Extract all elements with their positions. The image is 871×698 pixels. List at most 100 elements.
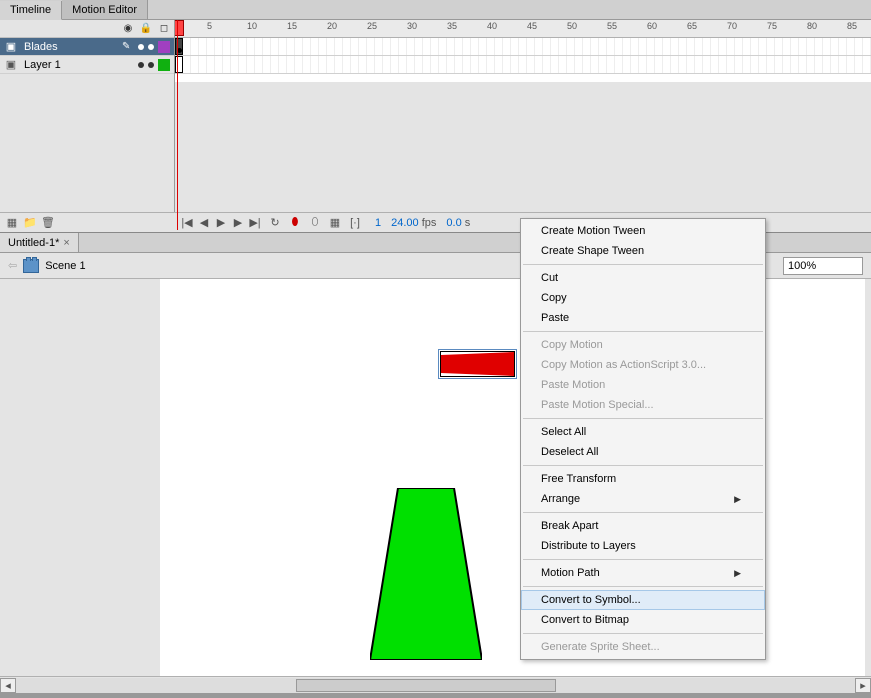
- new-layer-icon[interactable]: ▦: [4, 215, 20, 231]
- menu-item-copy-motion: Copy Motion: [521, 335, 765, 355]
- menu-item-convert-to-bitmap[interactable]: Convert to Bitmap: [521, 610, 765, 630]
- menu-item-break-apart[interactable]: Break Apart: [521, 516, 765, 536]
- tab-timeline[interactable]: Timeline: [0, 1, 62, 20]
- layer-type-icon: ▣: [4, 59, 18, 71]
- new-folder-icon[interactable]: 📁: [22, 215, 38, 231]
- menu-item-motion-path[interactable]: Motion Path▶: [521, 563, 765, 583]
- lock-dot[interactable]: [148, 62, 154, 68]
- ruler-mark: 85: [847, 21, 857, 31]
- menu-item-label: Paste Motion Special...: [541, 399, 654, 411]
- scroll-right-icon[interactable]: ▸: [855, 678, 871, 693]
- layer-row-blades[interactable]: ▣ Blades ✎: [0, 38, 174, 56]
- menu-item-label: Generate Sprite Sheet...: [541, 641, 660, 653]
- menu-item-create-shape-tween[interactable]: Create Shape Tween: [521, 241, 765, 261]
- menu-item-paste[interactable]: Paste: [521, 308, 765, 328]
- layer-name: Blades: [22, 41, 118, 53]
- back-arrow-icon[interactable]: ⇦: [8, 259, 17, 272]
- frame-track-layer1[interactable]: [175, 56, 871, 74]
- modify-markers-icon[interactable]: [·]: [347, 215, 363, 231]
- loop-icon[interactable]: ↻: [267, 215, 283, 231]
- onion-skin-icon[interactable]: ⬮: [287, 215, 303, 231]
- red-blade-shape[interactable]: [440, 351, 515, 377]
- outline-swatch[interactable]: [158, 41, 170, 53]
- ruler-mark: 30: [407, 21, 417, 31]
- document-tab[interactable]: Untitled-1* ×: [0, 233, 79, 252]
- layer-header: ◉ 🔒 ◻: [0, 20, 174, 38]
- horizontal-scrollbar[interactable]: ◂ ▸: [0, 676, 871, 693]
- timeline-body: ◉ 🔒 ◻ ▣ Blades ✎ ▣ Layer 1 15: [0, 20, 871, 82]
- menu-item-cut[interactable]: Cut: [521, 268, 765, 288]
- menu-item-label: Arrange: [541, 493, 580, 505]
- submenu-arrow-icon: ▶: [734, 494, 741, 505]
- scroll-left-icon[interactable]: ◂: [0, 678, 16, 693]
- close-tab-icon[interactable]: ×: [63, 237, 69, 249]
- pencil-icon: ✎: [122, 41, 134, 53]
- menu-item-generate-sprite-sheet: Generate Sprite Sheet...: [521, 637, 765, 657]
- playhead-line: [177, 20, 178, 230]
- timeline-tab-bar: Timeline Motion Editor: [0, 0, 871, 20]
- menu-item-label: Paste Motion: [541, 379, 605, 391]
- menu-item-label: Distribute to Layers: [541, 540, 636, 552]
- tab-motion-editor[interactable]: Motion Editor: [62, 0, 148, 19]
- menu-item-label: Free Transform: [541, 473, 616, 485]
- layer-row-layer1[interactable]: ▣ Layer 1: [0, 56, 174, 74]
- delete-layer-icon[interactable]: 🗑: [40, 215, 56, 231]
- ruler-mark: 65: [687, 21, 697, 31]
- menu-item-label: Cut: [541, 272, 558, 284]
- scroll-thumb[interactable]: [296, 679, 556, 692]
- ruler-mark: 5: [207, 21, 212, 31]
- frame-ruler[interactable]: 1510152025303540455055606570758085: [175, 20, 871, 38]
- menu-item-label: Paste: [541, 312, 569, 324]
- play-icon[interactable]: ▶: [213, 215, 229, 231]
- visibility-icon[interactable]: ◉: [122, 23, 134, 35]
- menu-separator: [523, 331, 763, 332]
- playback-controls: |◀ ◀ ▶ ▶ ▶|: [179, 215, 263, 231]
- menu-separator: [523, 586, 763, 587]
- menu-item-arrange[interactable]: Arrange ▶: [521, 489, 765, 509]
- menu-item-label: Copy: [541, 292, 567, 304]
- zoom-input[interactable]: [783, 257, 863, 275]
- submenu-arrow-icon: ▶: [734, 568, 741, 579]
- timeline-empty-area: [0, 82, 871, 212]
- menu-item-paste-motion: Paste Motion: [521, 375, 765, 395]
- next-frame-icon[interactable]: ▶: [230, 215, 246, 231]
- visibility-dot[interactable]: [138, 62, 144, 68]
- layer-type-icon: ▣: [4, 41, 18, 53]
- frames-column[interactable]: 1510152025303540455055606570758085: [175, 20, 871, 82]
- menu-separator: [523, 264, 763, 265]
- ruler-mark: 70: [727, 21, 737, 31]
- menu-item-distribute-to-layers[interactable]: Distribute to Layers: [521, 536, 765, 556]
- layer-column: ◉ 🔒 ◻ ▣ Blades ✎ ▣ Layer 1: [0, 20, 175, 82]
- menu-item-select-all[interactable]: Select All: [521, 422, 765, 442]
- menu-item-label: Create Motion Tween: [541, 225, 645, 237]
- menu-item-convert-to-symbol[interactable]: Convert to Symbol...: [521, 590, 765, 610]
- time-value: 0.0: [446, 217, 461, 229]
- visibility-dot[interactable]: [138, 44, 144, 50]
- green-stand-shape[interactable]: [370, 488, 482, 663]
- menu-item-deselect-all[interactable]: Deselect All: [521, 442, 765, 462]
- scroll-track[interactable]: [16, 678, 855, 693]
- ruler-mark: 80: [807, 21, 817, 31]
- first-frame-icon[interactable]: |◀: [179, 215, 195, 231]
- menu-item-copy[interactable]: Copy: [521, 288, 765, 308]
- ruler-mark: 45: [527, 21, 537, 31]
- onion-outline-icon[interactable]: ⬯: [307, 215, 323, 231]
- last-frame-icon[interactable]: ▶|: [247, 215, 263, 231]
- menu-item-create-motion-tween[interactable]: Create Motion Tween: [521, 221, 765, 241]
- current-frame: 1: [375, 217, 381, 229]
- menu-separator: [523, 559, 763, 560]
- context-menu: Create Motion Tween Create Shape Tween Cut…: [520, 218, 766, 660]
- outline-swatch[interactable]: [158, 59, 170, 71]
- edit-multiple-icon[interactable]: ▦: [327, 215, 343, 231]
- frame-track-blades[interactable]: [175, 38, 871, 56]
- prev-frame-icon[interactable]: ◀: [196, 215, 212, 231]
- scene-icon: [23, 259, 39, 273]
- outline-icon[interactable]: ◻: [158, 23, 170, 35]
- ruler-mark: 10: [247, 21, 257, 31]
- lock-icon[interactable]: 🔒: [140, 23, 152, 35]
- menu-item-paste-motion-special: Paste Motion Special...: [521, 395, 765, 415]
- lock-dot[interactable]: [148, 44, 154, 50]
- document-name: Untitled-1*: [8, 237, 59, 249]
- menu-item-free-transform[interactable]: Free Transform: [521, 469, 765, 489]
- layer-name: Layer 1: [22, 59, 118, 71]
